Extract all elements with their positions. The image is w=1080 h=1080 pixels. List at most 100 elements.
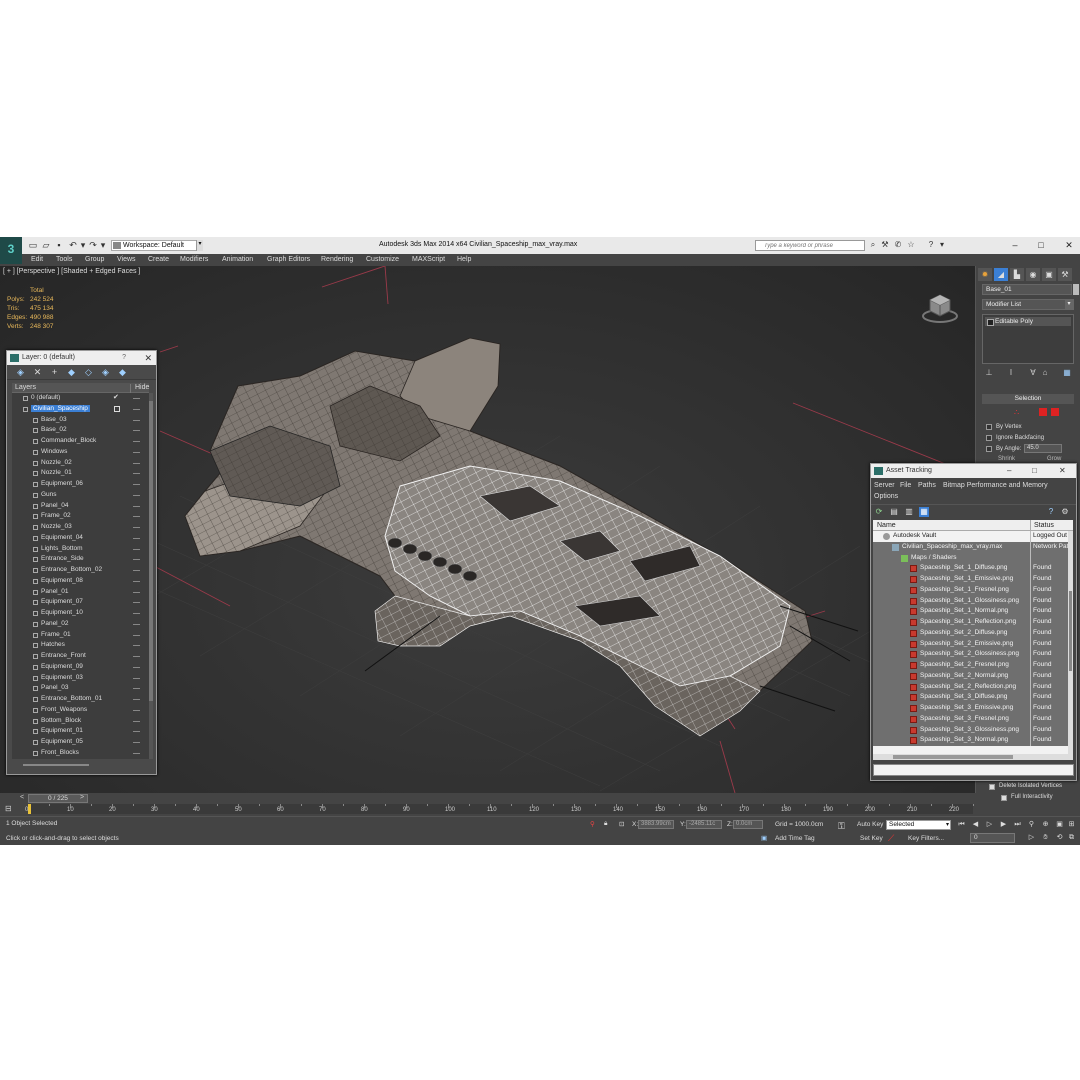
menu-customize[interactable]: Customize: [366, 256, 399, 263]
asset-row[interactable]: Spaceship_Set_3_Emissive.png Found: [873, 703, 1068, 714]
asset-row[interactable]: Autodesk Vault Logged Out: [873, 531, 1068, 542]
asset-row[interactable]: Spaceship_Set_2_Fresnel.png Found: [873, 660, 1068, 671]
hide-toggle[interactable]: [133, 473, 140, 475]
key-filter-icon[interactable]: ⟋: [888, 833, 894, 844]
curve-editor-icon[interactable]: ⊟: [5, 804, 15, 813]
zoom-extents-all-icon[interactable]: ⊞: [1066, 820, 1077, 830]
layer-row[interactable]: Windows: [12, 447, 149, 458]
layer-row[interactable]: Equipment_05: [12, 737, 149, 748]
hide-toggle[interactable]: [133, 699, 140, 700]
hide-toggle[interactable]: [133, 398, 140, 399]
hide-toggle[interactable]: [133, 537, 140, 539]
layer-active-icon[interactable]: [114, 405, 120, 412]
auto-key-button[interactable]: Auto Key: [857, 821, 883, 828]
hide-toggle[interactable]: [133, 462, 140, 464]
menu-animation[interactable]: Animation: [222, 256, 253, 263]
layer-row[interactable]: Panel_02: [12, 619, 149, 630]
asset-row[interactable]: Spaceship_Set_3_Glossiness.png Found: [873, 724, 1068, 736]
asset-row[interactable]: Spaceship_Set_3_Fresnel.png Found: [873, 713, 1068, 725]
layer-row[interactable]: Entrance_Bottom_02: [12, 565, 149, 576]
time-slider-next[interactable]: >: [80, 794, 84, 801]
asset-row[interactable]: Spaceship_Set_1_Emissive.png Found: [873, 574, 1068, 585]
asset-row[interactable]: Spaceship_Set_2_Diffuse.png Found: [873, 627, 1068, 639]
hide-toggle[interactable]: [133, 645, 140, 647]
menu-help[interactable]: Help: [457, 256, 471, 263]
asset-row[interactable]: Spaceship_Set_2_Reflection.png Found: [873, 681, 1068, 693]
layer-panel-titlebar[interactable]: Layer: 0 (default) ? ✕: [7, 351, 156, 365]
hide-toggle[interactable]: [133, 570, 140, 571]
asset-row[interactable]: Spaceship_Set_3_Diffuse.png Found: [873, 692, 1068, 703]
x-coordinate-field[interactable]: 3883.99cm: [638, 820, 674, 829]
create-tab-icon[interactable]: ✹: [978, 268, 992, 281]
hide-toggle[interactable]: [133, 634, 140, 636]
communication-icon[interactable]: ✆: [893, 240, 903, 250]
menu-tools[interactable]: Tools: [56, 256, 72, 263]
layer-row[interactable]: Bottom_Block: [12, 716, 149, 727]
hide-toggle[interactable]: [133, 613, 140, 614]
hide-toggle[interactable]: [133, 688, 140, 690]
layer-row[interactable]: Base_03: [12, 415, 149, 426]
layer-row[interactable]: Frame_02: [12, 511, 149, 522]
layer-hscrollbar[interactable]: [23, 764, 89, 766]
hide-toggle[interactable]: [133, 527, 140, 528]
asset-vscrollbar[interactable]: [1068, 531, 1073, 754]
maximize-icon[interactable]: □: [1032, 464, 1037, 478]
menu-rendering[interactable]: Rendering: [321, 256, 353, 263]
grid-view-icon[interactable]: ▦: [919, 507, 929, 517]
pan-icon[interactable]: ✋︎: [1040, 833, 1051, 843]
y-coordinate-field[interactable]: -2485.11c: [686, 820, 722, 829]
layer-row[interactable]: Hatches: [12, 640, 149, 651]
save-file-icon[interactable]: ▪: [54, 240, 64, 250]
layer-row[interactable]: Nozzle_01: [12, 468, 149, 479]
zoom-all-icon[interactable]: ⊕: [1040, 820, 1051, 830]
menu-create[interactable]: Create: [148, 256, 169, 263]
hide-toggle[interactable]: [133, 451, 140, 453]
element-mode-icon[interactable]: [1051, 408, 1059, 416]
lock-selection-icon[interactable]: 🔒︎: [604, 820, 607, 828]
hide-toggle[interactable]: [133, 580, 140, 582]
help-dropdown-icon[interactable]: ▾: [937, 240, 947, 250]
open-file-icon[interactable]: ▱: [41, 240, 51, 250]
viewcube-icon[interactable]: [920, 286, 960, 326]
shrink-button[interactable]: Shrink: [998, 456, 1015, 462]
asset-row[interactable]: Spaceship_Set_1_Diffuse.png Found: [873, 563, 1068, 574]
grow-button[interactable]: Grow: [1047, 456, 1061, 462]
asset-row[interactable]: Spaceship_Set_1_Glossiness.png Found: [873, 595, 1068, 607]
layer-row[interactable]: Guns: [12, 490, 149, 501]
layer-row[interactable]: Equipment_07: [12, 597, 149, 608]
column-hide[interactable]: Hide: [130, 384, 149, 393]
ignore-backfacing-checkbox[interactable]: [986, 435, 992, 441]
asset-menu-bitmap[interactable]: Bitmap Performance and Memory: [943, 482, 1048, 489]
chevron-down-icon[interactable]: ▾: [1065, 300, 1073, 309]
layer-row[interactable]: Panel_04: [12, 501, 149, 512]
make-unique-icon[interactable]: ∀: [1028, 368, 1038, 378]
add-layer-icon[interactable]: +: [49, 367, 60, 378]
asset-menu-file[interactable]: File: [900, 482, 911, 489]
stack-item-editable-poly[interactable]: Editable Poly: [985, 317, 1071, 326]
subscription-icon[interactable]: ⚒: [880, 240, 890, 250]
full-interactivity-checkbox[interactable]: [1001, 795, 1007, 801]
close-icon[interactable]: ✕: [144, 351, 152, 365]
time-tag-icon[interactable]: ▣: [761, 834, 767, 842]
menu-views[interactable]: Views: [117, 256, 136, 263]
undo-dropdown-icon[interactable]: ▾: [78, 240, 88, 250]
key-mode-dropdown[interactable]: Selected ▾: [886, 820, 951, 830]
hide-toggle[interactable]: [133, 720, 140, 722]
column-name[interactable]: Name: [877, 522, 896, 529]
key-icon[interactable]: ⚿: [838, 821, 845, 832]
set-key-button[interactable]: Set Key: [860, 835, 883, 842]
help-icon[interactable]: ?: [926, 240, 936, 250]
motion-tab-icon[interactable]: ◉: [1026, 268, 1040, 281]
layer-row[interactable]: Equipment_01: [12, 726, 149, 737]
zoom-extents-icon[interactable]: ▣: [1054, 820, 1065, 830]
hide-toggle[interactable]: [133, 709, 140, 711]
add-to-layer-icon[interactable]: ◆: [66, 367, 77, 378]
menu-modifiers[interactable]: Modifiers: [180, 256, 208, 263]
border-mode-icon[interactable]: [1039, 408, 1047, 416]
layer-row[interactable]: Entrance_Front: [12, 651, 149, 662]
menu-edit[interactable]: Edit: [31, 256, 43, 263]
hide-toggle[interactable]: [133, 430, 140, 432]
layer-row[interactable]: Base_02: [12, 425, 149, 436]
select-objects-icon[interactable]: ◇: [83, 367, 94, 378]
key-filters-button[interactable]: Key Filters...: [908, 835, 944, 842]
